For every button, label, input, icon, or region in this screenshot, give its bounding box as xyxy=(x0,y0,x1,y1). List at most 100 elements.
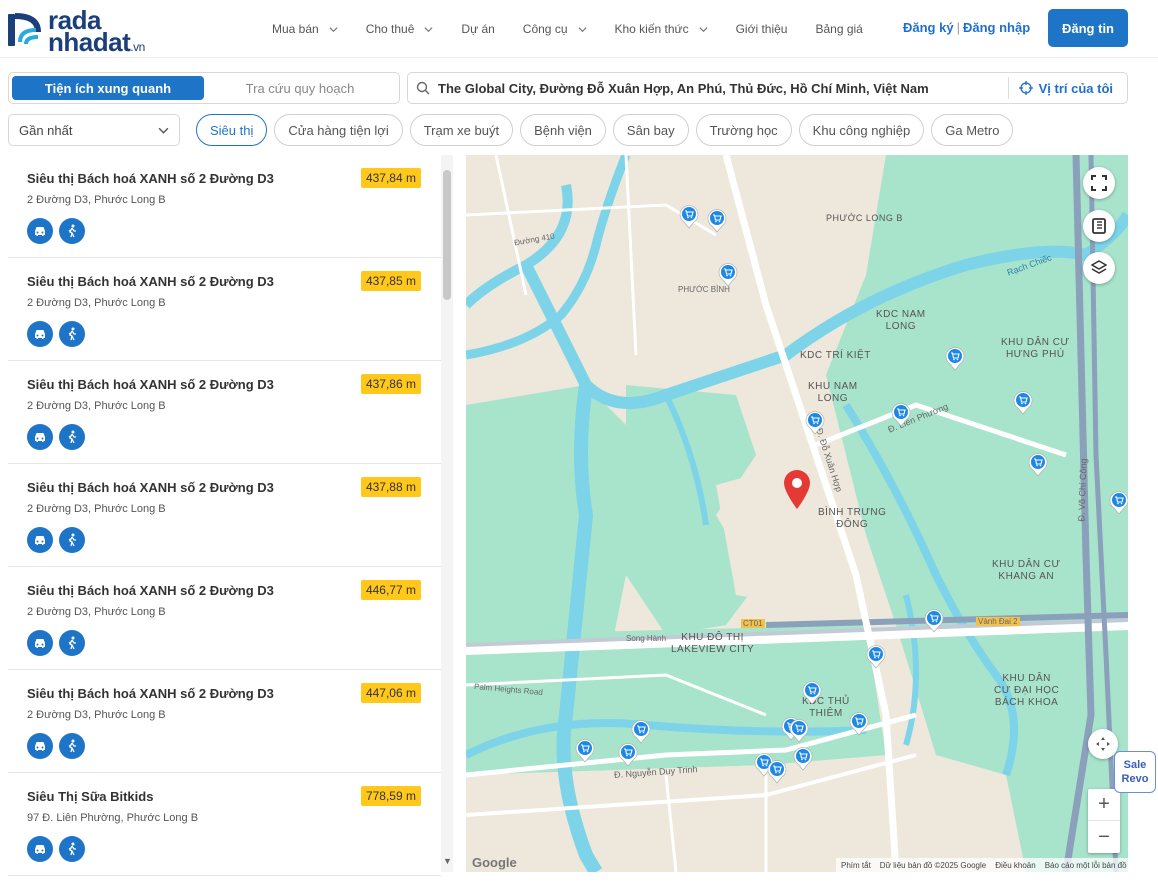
chevron-down-icon xyxy=(329,26,338,32)
post-listing-button[interactable]: Đăng tin xyxy=(1048,9,1128,47)
supermarket-marker-icon[interactable] xyxy=(766,758,788,784)
result-address: 2 Đường D3, Phước Long B xyxy=(27,297,166,309)
map-label-line: HƯNG PHÚ xyxy=(1005,349,1065,360)
list-item[interactable]: Siêu thị Bách hoá XANH số 2 Đường D3 446… xyxy=(8,567,441,670)
zoom-out-button[interactable]: − xyxy=(1088,821,1120,853)
scroll-down-arrow-icon[interactable]: ▼ xyxy=(443,856,452,866)
result-address: 97 Đ. Liên Phường, Phước Long B xyxy=(27,812,199,824)
map-shortcuts-link[interactable]: Phím tắt xyxy=(841,861,871,870)
search-input[interactable]: The Global City, Đường Đỗ Xuân Hợp, An P… xyxy=(438,81,1008,96)
supermarket-marker-icon[interactable] xyxy=(717,261,739,287)
nav-mua-ban[interactable]: Mua bán xyxy=(272,22,338,36)
my-location-button[interactable]: Vị trí của tôi xyxy=(1018,81,1113,96)
walking-icon[interactable] xyxy=(59,630,85,656)
supermarket-marker-icon[interactable] xyxy=(792,745,814,771)
map-label-vanh-dai-2: Vành Đai 2 xyxy=(976,617,1020,626)
supermarket-marker-icon[interactable] xyxy=(1108,489,1128,515)
supermarket-marker-icon[interactable] xyxy=(1027,451,1049,477)
supermarket-marker-icon[interactable] xyxy=(788,717,810,743)
chip-benh-vien[interactable]: Bệnh viện xyxy=(520,114,606,146)
supermarket-marker-icon[interactable] xyxy=(923,607,945,633)
distance-badge: 437,88 m xyxy=(360,477,421,497)
chip-ga-metro[interactable]: Ga Metro xyxy=(931,114,1014,146)
distance-badge: 778,59 m xyxy=(360,786,421,806)
sort-select[interactable]: Gần nhất xyxy=(8,114,180,146)
logo-mark-icon xyxy=(8,13,41,46)
sort-selected-value: Gần nhất xyxy=(19,122,73,138)
chip-cua-hang-tien-loi[interactable]: Cửa hàng tiện lợi xyxy=(274,114,403,146)
distance-badge: 447,06 m xyxy=(360,683,421,703)
chip-truong-hoc[interactable]: Trường học xyxy=(695,114,792,146)
map-label-song-hanh: Song Hành xyxy=(626,634,667,643)
nav-cho-thue-label: Cho thuê xyxy=(365,22,415,36)
walking-icon[interactable] xyxy=(59,733,85,759)
location-pin-icon[interactable] xyxy=(782,468,812,510)
layers-icon xyxy=(1091,260,1107,274)
register-link[interactable]: Đăng ký xyxy=(903,20,954,35)
map-label-line: LONG xyxy=(885,321,916,332)
walking-icon[interactable] xyxy=(59,321,85,347)
walking-icon[interactable] xyxy=(59,527,85,553)
nav-kho-kien-thuc[interactable]: Kho kiến thức xyxy=(615,22,708,36)
map-label-line: LONG xyxy=(817,393,848,404)
walking-icon[interactable] xyxy=(59,424,85,450)
walking-icon[interactable] xyxy=(59,218,85,244)
chip-tram-xe-buyt[interactable]: Trạm xe buýt xyxy=(409,114,514,146)
tab-planning-lookup[interactable]: Tra cứu quy hoạch xyxy=(204,76,396,100)
list-scrollbar-thumb[interactable] xyxy=(443,170,451,300)
chip-khu-cong-nghiep[interactable]: Khu công nghiệp xyxy=(798,114,925,146)
supermarket-marker-icon[interactable] xyxy=(678,203,700,229)
list-item[interactable]: Siêu thị Bách hoá XANH số 2 Đường D3 437… xyxy=(8,155,441,258)
nav-bang-gia[interactable]: Bảng giá xyxy=(815,22,862,36)
map-label-line: LAKEVIEW CITY xyxy=(671,644,755,655)
nav-gioi-thieu[interactable]: Giới thiệu xyxy=(736,22,788,36)
list-item[interactable]: Siêu thị Bách hoá XANH số 2 Đường D3 447… xyxy=(8,670,441,773)
walking-icon[interactable] xyxy=(59,836,85,862)
car-icon[interactable] xyxy=(27,733,53,759)
site-logo[interactable]: rada nhadat.vn xyxy=(8,7,158,55)
result-name: Siêu Thị Sữa Bitkids xyxy=(27,789,154,804)
map-terms-link[interactable]: Điều khoản xyxy=(995,861,1035,870)
car-icon[interactable] xyxy=(27,321,53,347)
supermarket-marker-icon[interactable] xyxy=(801,679,823,705)
supermarket-marker-icon[interactable] xyxy=(617,741,639,767)
nav-du-an[interactable]: Dự án xyxy=(461,22,494,36)
map-report-link[interactable]: Báo cáo một lỗi bản đồ xyxy=(1045,861,1127,870)
login-link[interactable]: Đăng nhập xyxy=(963,20,1030,35)
list-item[interactable]: Siêu thị Bách hoá XANH số 2 Đường D3 437… xyxy=(8,464,441,567)
map-view[interactable]: PHƯỚC LONG B KDC NAM LONG KHU DÂN CƯ HƯNG … xyxy=(466,155,1128,872)
car-icon[interactable] xyxy=(27,218,53,244)
map-label-khu-nam-long: KHU NAM LONG xyxy=(808,381,858,405)
car-icon[interactable] xyxy=(27,527,53,553)
supermarket-marker-icon[interactable] xyxy=(944,345,966,371)
list-item[interactable]: Siêu thị Bách hoá XANH số 2 Đường D3 437… xyxy=(8,361,441,464)
supermarket-marker-icon[interactable] xyxy=(890,401,912,427)
chip-san-bay[interactable]: Sân bay xyxy=(612,114,689,146)
sale-badge-line2: Revo xyxy=(1121,773,1149,785)
supermarket-marker-icon[interactable] xyxy=(848,710,870,736)
car-icon[interactable] xyxy=(27,424,53,450)
legend-button[interactable] xyxy=(1083,210,1115,242)
supermarket-marker-icon[interactable] xyxy=(804,409,826,435)
car-icon[interactable] xyxy=(27,836,53,862)
supermarket-marker-icon[interactable] xyxy=(1012,389,1034,415)
fullscreen-button[interactable] xyxy=(1083,167,1115,199)
car-icon[interactable] xyxy=(27,630,53,656)
nav-cong-cu[interactable]: Công cụ xyxy=(523,22,587,36)
supermarket-marker-icon[interactable] xyxy=(706,207,728,233)
zoom-in-button[interactable]: + xyxy=(1088,789,1120,821)
layers-button[interactable] xyxy=(1083,252,1115,284)
nav-mua-ban-label: Mua bán xyxy=(272,22,319,36)
map-attribution: Phím tắt Dữ liệu bản đồ ©2025 Google Điề… xyxy=(836,858,1128,872)
list-item[interactable]: Siêu thị Bách hoá XANH số 2 Đường D3 437… xyxy=(8,258,441,361)
distance-badge: 437,86 m xyxy=(360,374,421,394)
chevron-down-icon xyxy=(577,26,587,32)
list-item[interactable]: Siêu Thị Sữa Bitkids 778,59 m 97 Đ. Liên… xyxy=(8,773,441,876)
sale-revo-badge[interactable]: Sale Revo xyxy=(1114,751,1156,793)
tab-nearby-amenities[interactable]: Tiện ích xung quanh xyxy=(12,76,204,100)
nav-cho-thue[interactable]: Cho thuê xyxy=(366,22,434,36)
supermarket-marker-icon[interactable] xyxy=(865,643,887,669)
map-label-line: KHU DÂN xyxy=(1002,673,1051,684)
supermarket-marker-icon[interactable] xyxy=(574,737,596,763)
chip-sieu-thi[interactable]: Siêu thị xyxy=(196,114,268,146)
